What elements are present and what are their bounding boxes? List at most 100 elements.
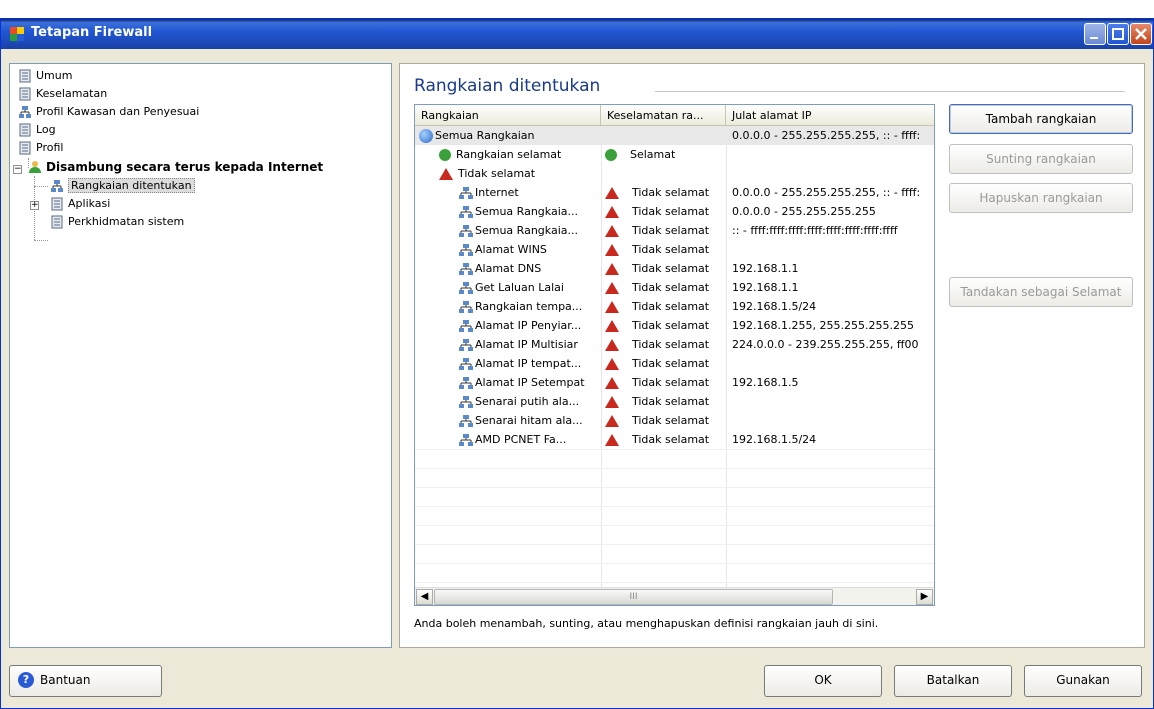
security-status: Tidak selamat <box>632 357 710 370</box>
table-row[interactable]: Alamat DNS Tidak selamat 192.168.1.1 <box>415 259 934 278</box>
column-header-security[interactable]: Keselamatan ra... <box>601 105 726 126</box>
security-status: Tidak selamat <box>632 281 710 294</box>
network-name: Semua Rangkaia... <box>475 205 578 218</box>
table-row[interactable]: Rangkaian selamat Selamat <box>415 145 934 164</box>
minimize-button[interactable] <box>1084 23 1106 45</box>
table-row[interactable]: Senarai putih ala... Tidak selamat <box>415 392 934 411</box>
scroll-right-arrow-icon[interactable]: ▶ <box>916 589 933 605</box>
empty-row <box>415 487 934 488</box>
table-row[interactable]: Tidak selamat <box>415 164 934 183</box>
ip-range: 192.168.1.5 <box>732 376 799 389</box>
cancel-button[interactable]: Batalkan <box>894 665 1012 697</box>
tree-item-rangkaian-ditentukan[interactable]: Rangkaian ditentukan <box>50 178 195 194</box>
networks-table[interactable]: Rangkaian Keselamatan ra... Julat alamat… <box>414 104 935 606</box>
network-icon <box>459 377 473 389</box>
scroll-thumb[interactable]: III <box>434 589 833 605</box>
tree-item-connected-profile[interactable]: Disambung secara terus kepada Internet <box>28 159 323 175</box>
close-icon <box>1135 28 1147 40</box>
network-name: Rangkaian tempa... <box>475 300 583 313</box>
tree-item-profil-kawasan[interactable]: Profil Kawasan dan Penyesuai <box>18 104 199 120</box>
table-row[interactable]: Rangkaian tempa... Tidak selamat 192.168.1… <box>415 297 934 316</box>
security-status: Tidak selamat <box>632 338 710 351</box>
warning-icon <box>605 244 619 256</box>
delete-network-button[interactable]: Hapuskan rangkaian <box>949 183 1133 213</box>
maximize-button[interactable] <box>1107 23 1129 45</box>
document-list-icon <box>19 123 31 137</box>
empty-row <box>415 582 934 583</box>
warning-icon <box>439 168 453 180</box>
table-row[interactable]: Semua Rangkaian 0.0.0.0 - 255.255.255.255… <box>415 126 934 145</box>
ip-range: 192.168.1.1 <box>732 262 799 275</box>
close-button[interactable] <box>1130 23 1152 45</box>
network-icon <box>459 301 473 313</box>
network-icon <box>459 358 473 370</box>
table-row[interactable]: Alamat WINS Tidak selamat <box>415 240 934 259</box>
document-list-icon <box>19 141 31 155</box>
tree-item-profil[interactable]: Profil <box>18 140 63 156</box>
network-icon <box>459 396 473 408</box>
warning-icon <box>605 377 619 389</box>
tree-item-aplikasi[interactable]: Aplikasi <box>50 196 110 212</box>
network-name: Alamat IP Multisiar <box>475 338 578 351</box>
security-status: Tidak selamat <box>632 243 710 256</box>
table-row[interactable]: Senarai hitam ala... Tidak selamat <box>415 411 934 430</box>
table-row[interactable]: Alamat IP Penyiar... Tidak selamat 192.168… <box>415 316 934 335</box>
network-icon <box>459 206 473 218</box>
horizontal-scrollbar[interactable]: ◀ III ▶ <box>415 587 934 605</box>
network-name: Alamat DNS <box>475 262 542 275</box>
network-icon <box>459 187 473 199</box>
expand-toggle[interactable]: + <box>30 201 39 210</box>
table-row[interactable]: Alamat IP Setempat Tidak selamat 192.168.1… <box>415 373 934 392</box>
cropped-heading <box>0 0 1154 18</box>
network-icon <box>459 225 473 237</box>
scroll-grip: III <box>629 592 638 602</box>
column-header-network[interactable]: Rangkaian <box>415 105 601 126</box>
edit-network-button[interactable]: Sunting rangkaian <box>949 144 1133 174</box>
warning-icon <box>605 301 619 313</box>
title-bar[interactable]: Tetapan Firewall <box>1 19 1153 49</box>
help-button[interactable]: ? Bantuan <box>9 665 162 697</box>
document-list-icon <box>19 69 31 83</box>
table-row[interactable]: Get Laluan Lalai Tidak selamat 192.168.1.1 <box>415 278 934 297</box>
warning-icon <box>605 339 619 351</box>
column-header-ip-range[interactable]: Julat alamat IP <box>726 105 934 126</box>
ip-range: 192.168.1.5/24 <box>732 433 817 446</box>
empty-row <box>415 544 934 545</box>
tree-item-perkhidmatan-sistem[interactable]: Perkhidmatan sistem <box>50 214 184 230</box>
warning-icon <box>605 187 619 199</box>
network-name: Semua Rangkaia... <box>475 224 578 237</box>
warning-icon <box>605 225 619 237</box>
check-icon <box>605 149 617 161</box>
document-list-icon <box>51 197 63 211</box>
table-row[interactable]: Alamat IP Multisiar Tidak selamat 224.0.0.… <box>415 335 934 354</box>
tree-item-umum[interactable]: Umum <box>18 68 72 84</box>
tree-item-keselamatan[interactable]: Keselamatan <box>18 86 107 102</box>
tree-item-log[interactable]: Log <box>18 122 56 138</box>
settings-tree[interactable]: Umum Keselamatan Profil Kawasan dan Peny… <box>9 63 392 648</box>
window-title: Tetapan Firewall <box>31 25 153 40</box>
security-status: Tidak selamat <box>632 319 710 332</box>
add-network-button[interactable]: Tambah rangkaian <box>949 104 1133 134</box>
apply-button[interactable]: Gunakan <box>1024 665 1142 697</box>
ip-range: 192.168.1.5/24 <box>732 300 817 313</box>
table-row[interactable]: Semua Rangkaia... Tidak selamat 0.0.0.0 - … <box>415 202 934 221</box>
mark-safe-button[interactable]: Tandakan sebagai Selamat <box>949 277 1133 307</box>
table-row[interactable]: Internet Tidak selamat 0.0.0.0 - 255.255.2… <box>415 183 934 202</box>
ip-range: 0.0.0.0 - 255.255.255.255, :: - ffff: <box>732 186 921 199</box>
warning-icon <box>605 415 619 427</box>
table-header: Rangkaian Keselamatan ra... Julat alamat… <box>415 105 934 126</box>
ok-button[interactable]: OK <box>764 665 882 697</box>
collapse-toggle[interactable]: − <box>13 165 22 174</box>
user-profile-icon <box>29 161 41 173</box>
security-status: Tidak selamat <box>632 300 710 313</box>
warning-icon <box>605 358 619 370</box>
network-icon <box>459 244 473 256</box>
minimize-icon <box>1090 37 1098 39</box>
network-icon <box>459 434 473 446</box>
document-list-icon <box>19 87 31 101</box>
table-row[interactable]: Semua Rangkaia... Tidak selamat:: - ffff:… <box>415 221 934 240</box>
security-status: Tidak selamat <box>632 395 710 408</box>
scroll-left-arrow-icon[interactable]: ◀ <box>416 589 433 605</box>
table-row[interactable]: AMD PCNET Fa... Tidak selamat 192.168.1.5/… <box>415 430 934 449</box>
table-row[interactable]: Alamat IP tempat... Tidak selamat <box>415 354 934 373</box>
